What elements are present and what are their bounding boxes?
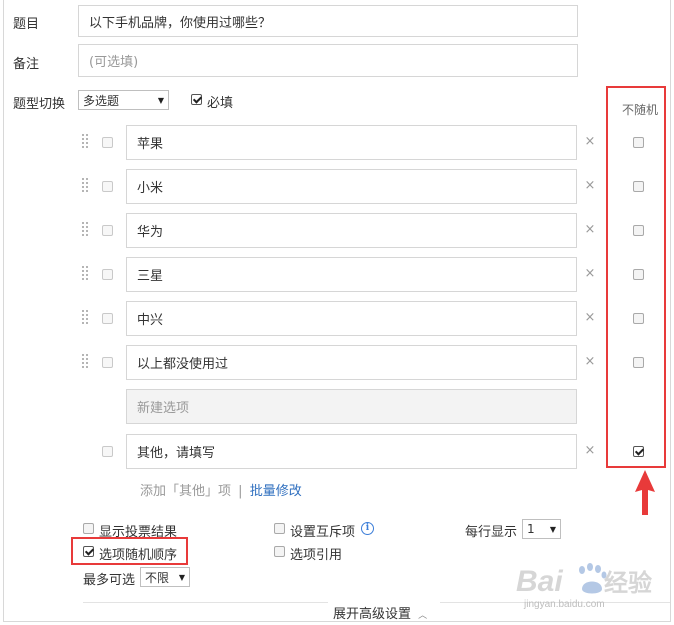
drag-handle-icon[interactable] <box>82 310 90 326</box>
max-select-value: 不限 <box>145 570 170 585</box>
other-option-delete-icon[interactable]: × <box>584 443 596 458</box>
chevron-up-icon: ︿ <box>418 611 428 621</box>
set-mutex-checkbox[interactable] <box>274 523 285 534</box>
watermark-url: jingyan.baidu.com <box>524 599 605 610</box>
svg-text:经验: 经验 <box>604 569 652 597</box>
per-row-label: 每行显示 <box>465 525 518 540</box>
add-other-link[interactable]: 添加「其他」项 <box>140 484 231 499</box>
required-checkbox[interactable] <box>191 94 202 105</box>
option-input[interactable]: 中兴 <box>126 301 577 336</box>
info-icon[interactable]: i <box>361 522 374 535</box>
per-row-select[interactable]: 1 ▼ <box>522 519 561 539</box>
caret-down-icon: ▼ <box>549 524 556 534</box>
delete-option-icon[interactable]: × <box>584 134 596 149</box>
caret-down-icon: ▼ <box>178 572 185 582</box>
delete-option-icon[interactable]: × <box>584 178 596 193</box>
set-mutex-label: 设置互斥项 <box>290 525 356 540</box>
option-input[interactable]: 华为 <box>126 213 577 248</box>
drag-handle-icon[interactable] <box>82 354 90 370</box>
type-switch-label: 题型切换 <box>13 97 66 112</box>
question-type-select[interactable]: 多选题 ▼ <box>78 90 169 110</box>
delete-option-icon[interactable]: × <box>584 310 596 325</box>
title-label: 题目 <box>13 17 40 32</box>
arrow-up-icon <box>635 470 655 515</box>
link-separator: | <box>238 484 243 499</box>
expand-advanced-toggle[interactable]: 展开高级设置 ︿ <box>333 603 427 622</box>
other-option-input[interactable]: 其他，请填写 <box>126 434 577 469</box>
caret-down-icon: ▼ <box>157 95 164 105</box>
option-select-checkbox[interactable] <box>102 181 113 192</box>
svg-text:Bai: Bai <box>516 565 563 598</box>
title-input[interactable]: 以下手机品牌，你使用过哪些？ <box>78 5 578 37</box>
option-input[interactable]: 苹果 <box>126 125 577 160</box>
option-select-checkbox[interactable] <box>102 137 113 148</box>
show-vote-result-checkbox[interactable] <box>83 523 94 534</box>
option-reference-checkbox[interactable] <box>274 546 285 557</box>
delete-option-icon[interactable]: × <box>584 222 596 237</box>
drag-handle-icon[interactable] <box>82 134 90 150</box>
divider-left <box>83 602 328 603</box>
new-option-input[interactable]: 新建选项 <box>126 389 577 424</box>
note-input[interactable]: (可选填) <box>78 44 578 77</box>
add-links-row: 添加「其他」项 | 批量修改 <box>140 480 302 499</box>
option-select-checkbox[interactable] <box>102 225 113 236</box>
max-select-select[interactable]: 不限 ▼ <box>140 567 190 587</box>
option-select-checkbox[interactable] <box>102 269 113 280</box>
option-input[interactable]: 三星 <box>126 257 577 292</box>
delete-option-icon[interactable]: × <box>584 354 596 369</box>
drag-handle-icon[interactable] <box>82 178 90 194</box>
baidu-watermark: Bai 经验 jingyan.baidu.com <box>512 555 662 617</box>
other-option-select-checkbox[interactable] <box>102 446 113 457</box>
required-label: 必填 <box>207 96 234 111</box>
option-input[interactable]: 以上都没使用过 <box>126 345 577 380</box>
option-reference-label: 选项引用 <box>290 548 343 563</box>
option-select-checkbox[interactable] <box>102 357 113 368</box>
note-label: 备注 <box>13 57 40 72</box>
question-type-value: 多选题 <box>83 93 120 108</box>
drag-handle-icon[interactable] <box>82 266 90 282</box>
option-input[interactable]: 小米 <box>126 169 577 204</box>
option-select-checkbox[interactable] <box>102 313 113 324</box>
per-row-value: 1 <box>527 522 535 536</box>
random-order-highlight-box <box>71 537 188 565</box>
max-select-label: 最多可选 <box>83 573 136 588</box>
drag-handle-icon[interactable] <box>82 222 90 238</box>
delete-option-icon[interactable]: × <box>584 266 596 281</box>
batch-edit-link[interactable]: 批量修改 <box>250 484 302 499</box>
no-random-highlight-box <box>606 86 666 468</box>
expand-advanced-label: 展开高级设置 <box>333 607 412 622</box>
